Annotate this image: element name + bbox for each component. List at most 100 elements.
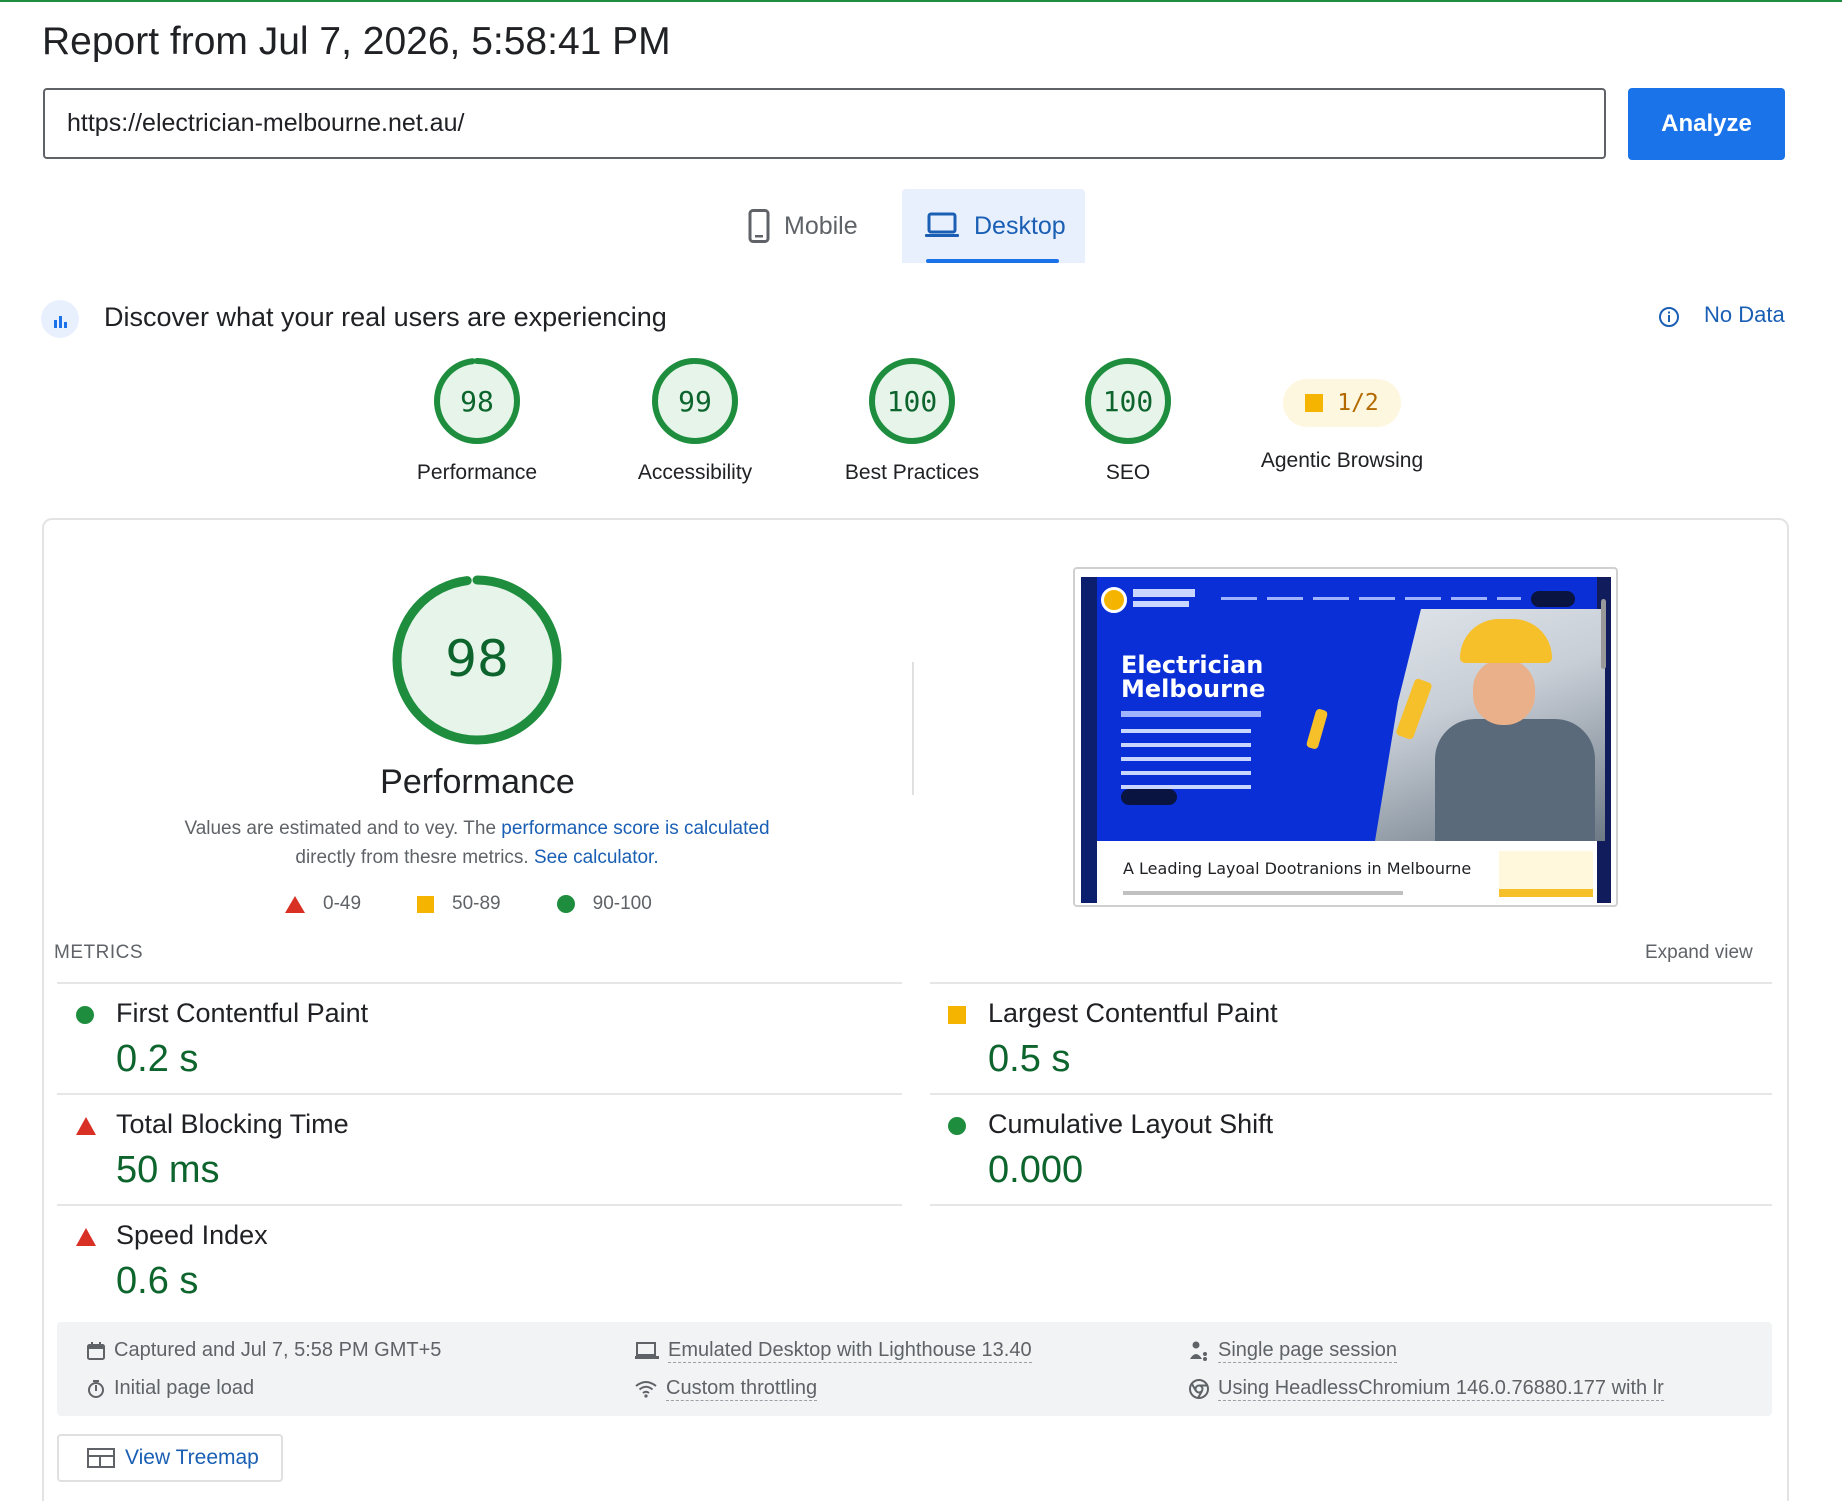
gauge-accessibility[interactable]: 99 Accessibility [575, 355, 815, 485]
top-accent-line [0, 0, 1842, 2]
legend-pass-label: 90-100 [592, 893, 652, 914]
gauge-performance-label: Performance [416, 461, 538, 484]
gauge-best-practices[interactable]: 100 Best Practices [792, 355, 1032, 485]
tab-desktop-label: Desktop [974, 211, 1066, 240]
performance-score-ring: 98 [434, 358, 520, 444]
initial-load-info: Initial page load [86, 1377, 254, 1400]
performance-big-gauge: 98 [389, 572, 565, 753]
best-practices-score-ring: 100 [869, 358, 955, 444]
throttling-info[interactable]: Custom throttling [634, 1377, 818, 1401]
legend-average-label: 50-89 [452, 893, 501, 914]
throttling-text: Custom throttling [666, 1377, 818, 1401]
metric-divider [930, 1093, 1772, 1095]
gauge-performance[interactable]: 98 Performance [357, 355, 597, 485]
expand-view-toggle[interactable]: Expand view [1645, 942, 1753, 964]
browser-text: Using HeadlessChromium 146.0.76880.177 w… [1218, 1377, 1664, 1401]
metric-value: 0.6 s [116, 1260, 199, 1302]
info-icon[interactable] [1658, 306, 1680, 333]
average-square-icon [1305, 394, 1324, 412]
person-icon [1188, 1340, 1210, 1362]
users-chart-icon [41, 300, 79, 338]
desc-text-1: Values are estimated and to vey. The [184, 818, 502, 839]
screenshot-photo [1473, 659, 1535, 725]
screenshot-bottom-text: A Leading Layoal Dootranions in Melbourn… [1123, 859, 1472, 878]
metric-divider [57, 982, 902, 984]
vertical-divider [912, 662, 914, 795]
metric-divider [57, 1093, 902, 1095]
metric-divider [930, 1204, 1772, 1206]
tab-mobile-label: Mobile [784, 211, 858, 240]
metrics-header: METRICS [54, 942, 143, 963]
average-square-icon [948, 1006, 966, 1024]
screenshot-hero-title-line: Electrician [1121, 651, 1264, 679]
tab-mobile[interactable]: Mobile [748, 189, 888, 263]
score-calculated-link[interactable]: performance score is calculated [501, 818, 769, 839]
metric-value: 0.2 s [116, 1038, 199, 1080]
screenshot-scrollbar [1601, 599, 1606, 669]
gauge-agentic-browsing-label: Agentic Browsing [1260, 449, 1424, 472]
screenshot-hero-title-line: Melbourne [1121, 675, 1266, 703]
captured-info: Captured and Jul 7, 5:58 PM GMT+5 [86, 1339, 441, 1362]
crux-heading: Discover what your real users are experi… [104, 302, 667, 332]
tab-desktop[interactable]: Desktop [902, 189, 1085, 263]
metric-title: Speed Index [116, 1220, 268, 1250]
screenshot-logo-text [1133, 601, 1189, 607]
screenshot-photo [1435, 719, 1595, 841]
performance-big-ring: 98 [392, 575, 562, 745]
gauge-agentic-browsing[interactable]: 1/2 Agentic Browsing [1222, 355, 1462, 473]
laptop-icon [924, 212, 960, 240]
fail-triangle-icon [76, 1117, 96, 1135]
average-square-icon [417, 895, 435, 913]
url-field[interactable] [43, 88, 1606, 159]
captured-text: Captured and Jul 7, 5:58 PM GMT+5 [114, 1339, 442, 1361]
phone-icon [748, 209, 770, 243]
runtime-settings [57, 1322, 1772, 1416]
agentic-browsing-value: 1/2 [1337, 390, 1379, 416]
desc-text-2: directly from thesre metrics. [295, 847, 534, 868]
gauge-accessibility-label: Accessibility [637, 461, 753, 484]
legend-pass: 90-100 [556, 893, 652, 915]
seo-score-value: 100 [1103, 385, 1154, 418]
performance-score-value: 98 [460, 385, 494, 418]
tab-selected-indicator [926, 259, 1059, 263]
pass-circle-icon [556, 895, 575, 913]
chromium-icon [1188, 1378, 1210, 1400]
emulated-info[interactable]: Emulated Desktop with Lighthouse 13.40 [634, 1339, 1032, 1363]
see-calculator-link[interactable]: See calculator. [534, 847, 659, 868]
gauge-seo[interactable]: 100 SEO [1008, 355, 1248, 485]
metric-value: 0.000 [988, 1149, 1084, 1191]
emulated-text: Emulated Desktop with Lighthouse 13.40 [668, 1339, 1032, 1363]
accessibility-score-ring: 99 [652, 358, 738, 444]
gauge-seo-label: SEO [1105, 461, 1151, 484]
screenshot-nav [1101, 583, 1591, 617]
browser-info[interactable]: Using HeadlessChromium 146.0.76880.177 w… [1188, 1377, 1664, 1401]
crux-status[interactable]: No Data [1704, 302, 1785, 328]
view-treemap-button[interactable]: View Treemap [57, 1434, 283, 1482]
session-info[interactable]: Single page session [1188, 1339, 1398, 1363]
timer-icon [86, 1379, 106, 1399]
best-practices-score-value: 100 [887, 385, 938, 418]
screenshot-nav-links [1221, 597, 1521, 600]
legend-average: 50-89 [417, 893, 501, 915]
treemap-icon [87, 1448, 115, 1468]
agentic-browsing-badge: 1/2 [1283, 379, 1401, 427]
screenshot-card [1499, 851, 1593, 897]
metric-value: 0.5 s [988, 1038, 1071, 1080]
seo-score-ring: 100 [1085, 358, 1171, 444]
metric-divider [57, 1204, 902, 1206]
performance-title: Performance [380, 763, 575, 801]
screenshot-subtitle [1121, 711, 1261, 717]
view-treemap-label: View Treemap [125, 1446, 259, 1469]
analyze-button[interactable]: Analyze [1628, 88, 1785, 160]
metric-title: Largest Contentful Paint [988, 998, 1278, 1028]
accessibility-score-value: 99 [678, 385, 712, 418]
fail-triangle-icon [76, 1228, 96, 1246]
url-input[interactable] [45, 90, 1604, 157]
page-screenshot-thumbnail[interactable]: Electrician Melbourne A Leading Layoal D… [1073, 567, 1618, 907]
performance-big-score: 98 [445, 630, 509, 688]
gauge-best-practices-label: Best Practices [844, 461, 980, 484]
screenshot-frame [1081, 577, 1097, 903]
performance-description: Values are estimated and to vey. The per… [170, 814, 784, 872]
metric-value: 50 ms [116, 1149, 220, 1191]
legend-fail-label: 0-49 [323, 893, 362, 914]
